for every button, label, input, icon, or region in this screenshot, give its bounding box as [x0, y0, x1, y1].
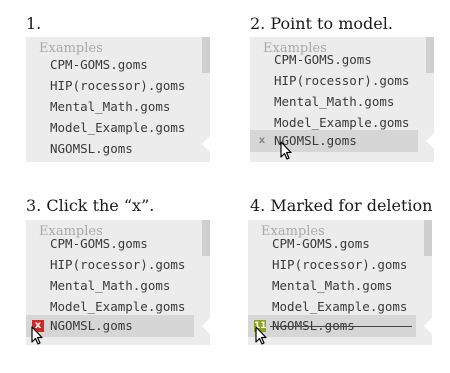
scrollbar[interactable] [426, 37, 434, 73]
mouse-pointer-icon [31, 326, 43, 345]
list-item[interactable]: Mental_Math.goms [26, 275, 194, 297]
step-1-model-list: Examples CPM-GOMS.goms HIP(rocessor).gom… [26, 37, 210, 162]
list-item[interactable]: CPM-GOMS.goms [26, 233, 194, 255]
selection-notch [424, 317, 432, 335]
strikethrough-line [270, 326, 412, 327]
selection-notch [202, 317, 210, 335]
step-4-model-list: Examples CPM-GOMS.goms HIP(rocessor).gom… [248, 220, 432, 345]
step-2-title: 2. Point to model. [250, 14, 393, 33]
step-2-model-list: Examples CPM-GOMS.goms HIP(rocessor).gom… [250, 37, 434, 162]
scrollbar[interactable] [424, 220, 432, 256]
step-1-title: 1. [26, 14, 42, 33]
list-item[interactable]: Mental_Math.goms [26, 96, 194, 118]
step-4-title: 4. Marked for deletion [250, 196, 433, 215]
selection-notch [202, 135, 210, 153]
list-item-hovered[interactable]: x NGOMSL.goms [250, 130, 418, 152]
mouse-pointer-icon [280, 141, 292, 160]
step-3-title: 3. Click the “x”. [26, 196, 155, 215]
delete-x-icon[interactable]: x [256, 135, 268, 147]
mouse-pointer-icon [255, 326, 267, 345]
list-item[interactable]: HIP(rocessor).goms [26, 75, 194, 97]
list-item-hovered[interactable]: x NGOMSL.goms [26, 315, 194, 337]
list-item[interactable]: CPM-GOMS.goms [248, 233, 416, 255]
list-item[interactable]: Model_Example.goms [26, 117, 194, 139]
list-item[interactable]: Mental_Math.goms [248, 275, 416, 297]
scrollbar[interactable] [202, 37, 210, 73]
list-item[interactable]: Mental_Math.goms [250, 91, 418, 113]
selection-notch [426, 132, 434, 150]
list-item-marked-for-deletion[interactable]: 11 NGOMSL.goms [248, 315, 416, 337]
list-item[interactable]: HIP(rocessor).goms [248, 254, 416, 276]
list-item[interactable]: HIP(rocessor).goms [26, 254, 194, 276]
list-item[interactable]: CPM-GOMS.goms [250, 49, 418, 71]
list-item[interactable]: HIP(rocessor).goms [250, 70, 418, 92]
list-item[interactable]: CPM-GOMS.goms [26, 54, 194, 76]
step-3-model-list: Examples CPM-GOMS.goms HIP(rocessor).gom… [26, 220, 210, 345]
scrollbar[interactable] [202, 220, 210, 256]
list-item[interactable]: NGOMSL.goms [26, 138, 194, 160]
